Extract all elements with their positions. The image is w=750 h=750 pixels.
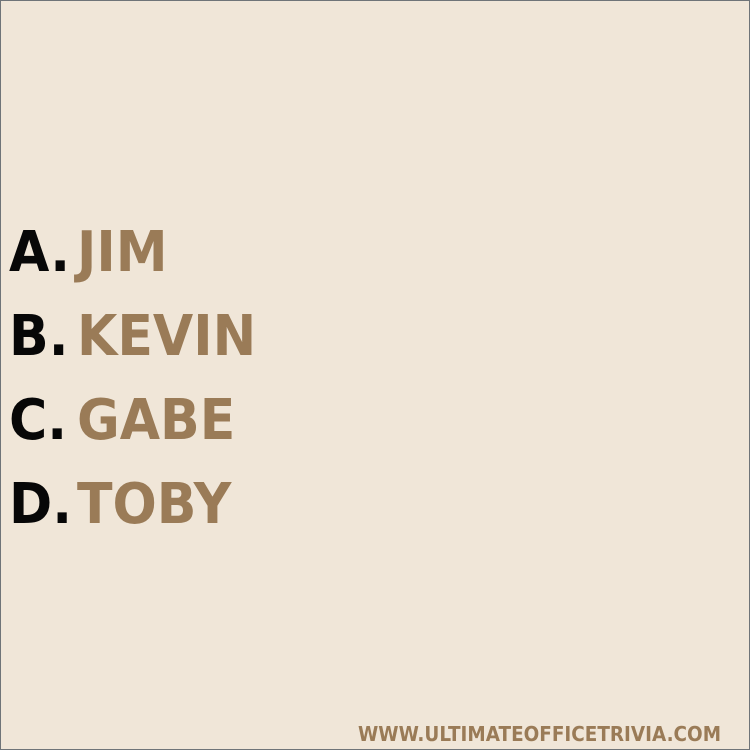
option-letter: B. (9, 304, 69, 369)
answer-option-b: B. KEVIN (9, 295, 270, 379)
answer-option-a: A. JIM (9, 211, 270, 295)
option-answer: KEVIN (77, 304, 257, 369)
option-letter: A. (9, 220, 71, 285)
option-answer: JIM (77, 220, 168, 285)
website-url: WWW.ULTIMATEOFFICETRIVIA.COM (358, 722, 722, 746)
option-letter: D. (9, 472, 73, 537)
answer-option-d: D. TOBY (9, 463, 270, 547)
option-answer: TOBY (77, 472, 232, 537)
option-letter: C. (9, 388, 68, 453)
option-answer: GABE (77, 388, 236, 453)
answer-option-c: C. GABE (9, 379, 270, 463)
answer-options-list: A. JIM B. KEVIN C. GABE D. TOBY (9, 211, 270, 547)
trivia-answer-card: A. JIM B. KEVIN C. GABE D. TOBY WWW.ULTI… (0, 0, 750, 750)
